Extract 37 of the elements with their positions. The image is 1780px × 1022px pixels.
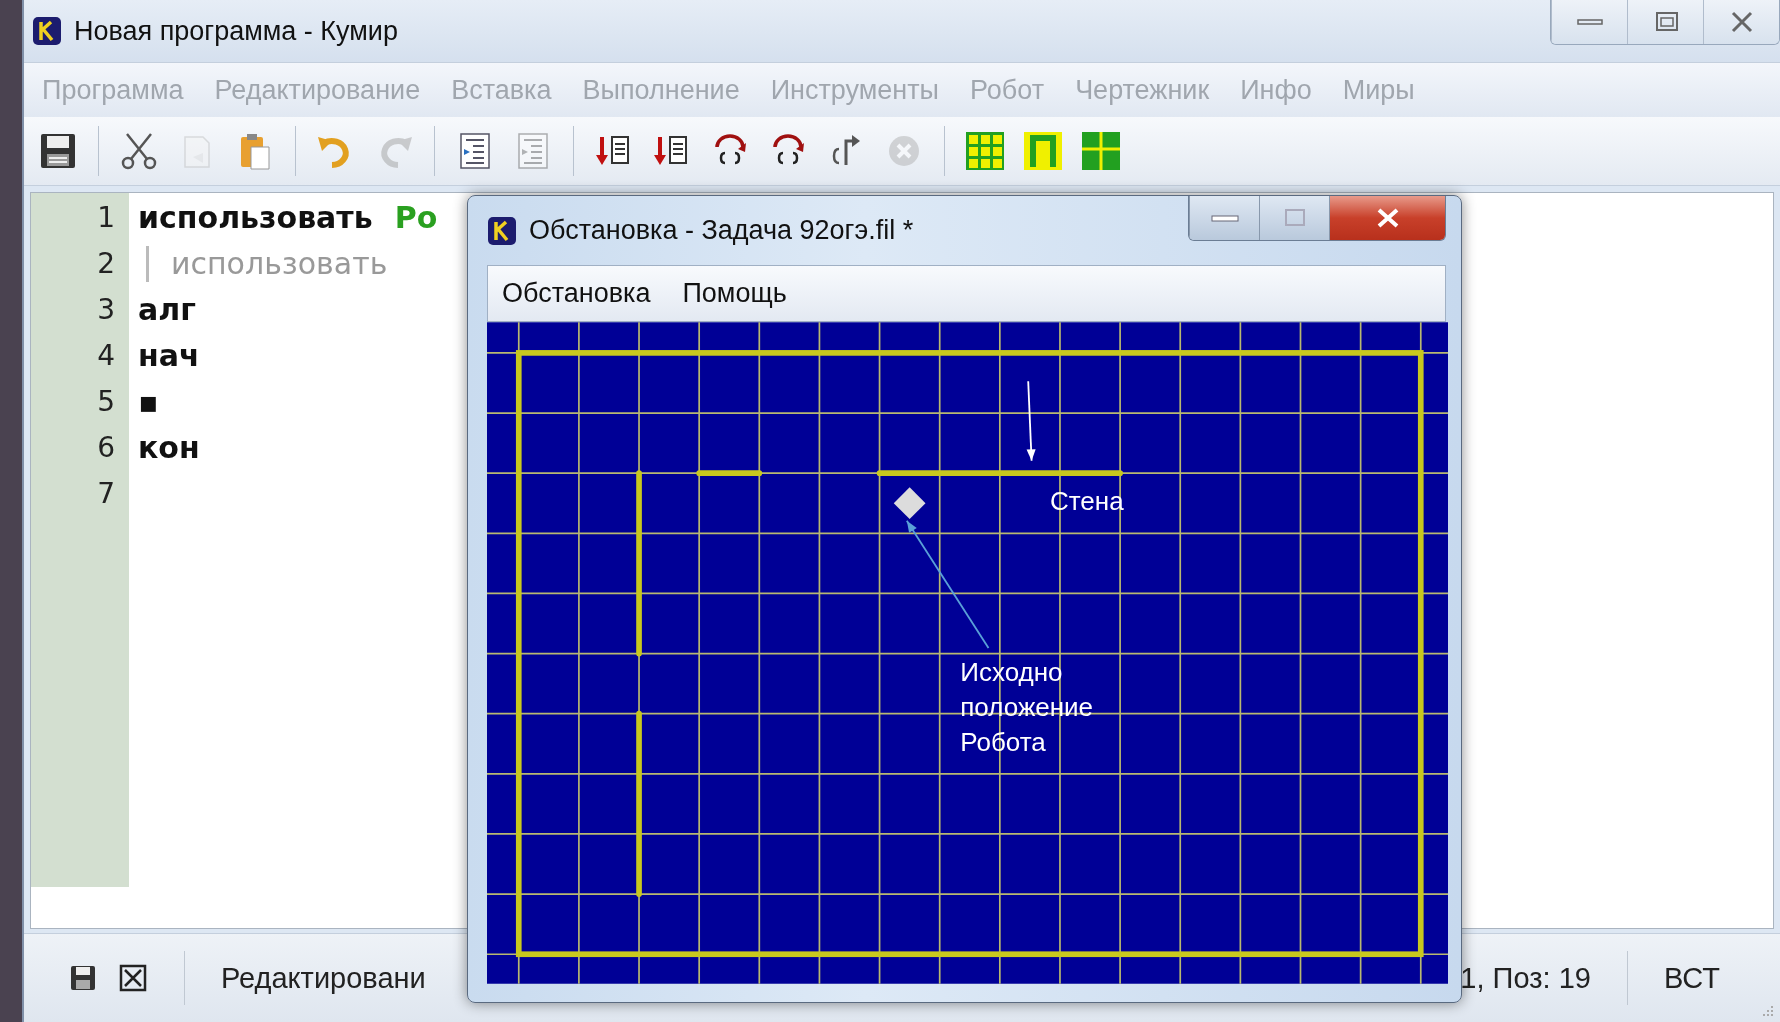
minimize-button[interactable] (1189, 196, 1259, 240)
app-logo-icon (487, 215, 517, 246)
code-text: Ро (394, 199, 438, 237)
menu-item[interactable]: Обстановка (502, 278, 651, 310)
line-number: 7 (96, 476, 116, 512)
code-text: ▪ (138, 383, 159, 421)
minimize-icon (1576, 19, 1603, 25)
line-number: 3 (96, 292, 116, 328)
app-logo-icon (32, 16, 62, 46)
minimize-icon (1209, 212, 1240, 224)
line-number: 4 (96, 338, 116, 374)
line-number: 1 (96, 200, 116, 236)
code-text: нач (138, 337, 200, 375)
status-mode: Редактировани (221, 961, 426, 995)
line-number: 5 (96, 384, 116, 420)
robot-diamond (893, 487, 926, 520)
window-title: Новая программа - Кумир (74, 15, 398, 47)
code-text: использовать (171, 245, 388, 283)
cursor-position: 1, Поз: 19 (1460, 961, 1591, 995)
line-number: 6 (96, 430, 116, 466)
insert-mode: ВСТ (1663, 961, 1720, 995)
code-text: кон (138, 429, 200, 467)
save-icon[interactable] (68, 963, 98, 993)
resize-grip-icon[interactable] (1760, 1004, 1774, 1018)
frame-icon[interactable] (1021, 129, 1065, 173)
cross-icon[interactable] (1079, 129, 1123, 173)
menu-item[interactable]: Помощь (682, 278, 787, 310)
code-text: использовать (138, 199, 373, 237)
grid-icon[interactable] (963, 129, 1007, 173)
close-box-icon[interactable] (118, 963, 148, 993)
code-text: алг (138, 291, 196, 329)
close-button[interactable] (1703, 0, 1779, 44)
close-button[interactable] (1329, 196, 1445, 240)
window-title: Обстановка - Задача 92огэ.fil * (529, 215, 914, 247)
line-number: 2 (96, 246, 116, 282)
minimize-button[interactable] (1551, 0, 1627, 44)
maximize-button[interactable] (1627, 0, 1703, 44)
